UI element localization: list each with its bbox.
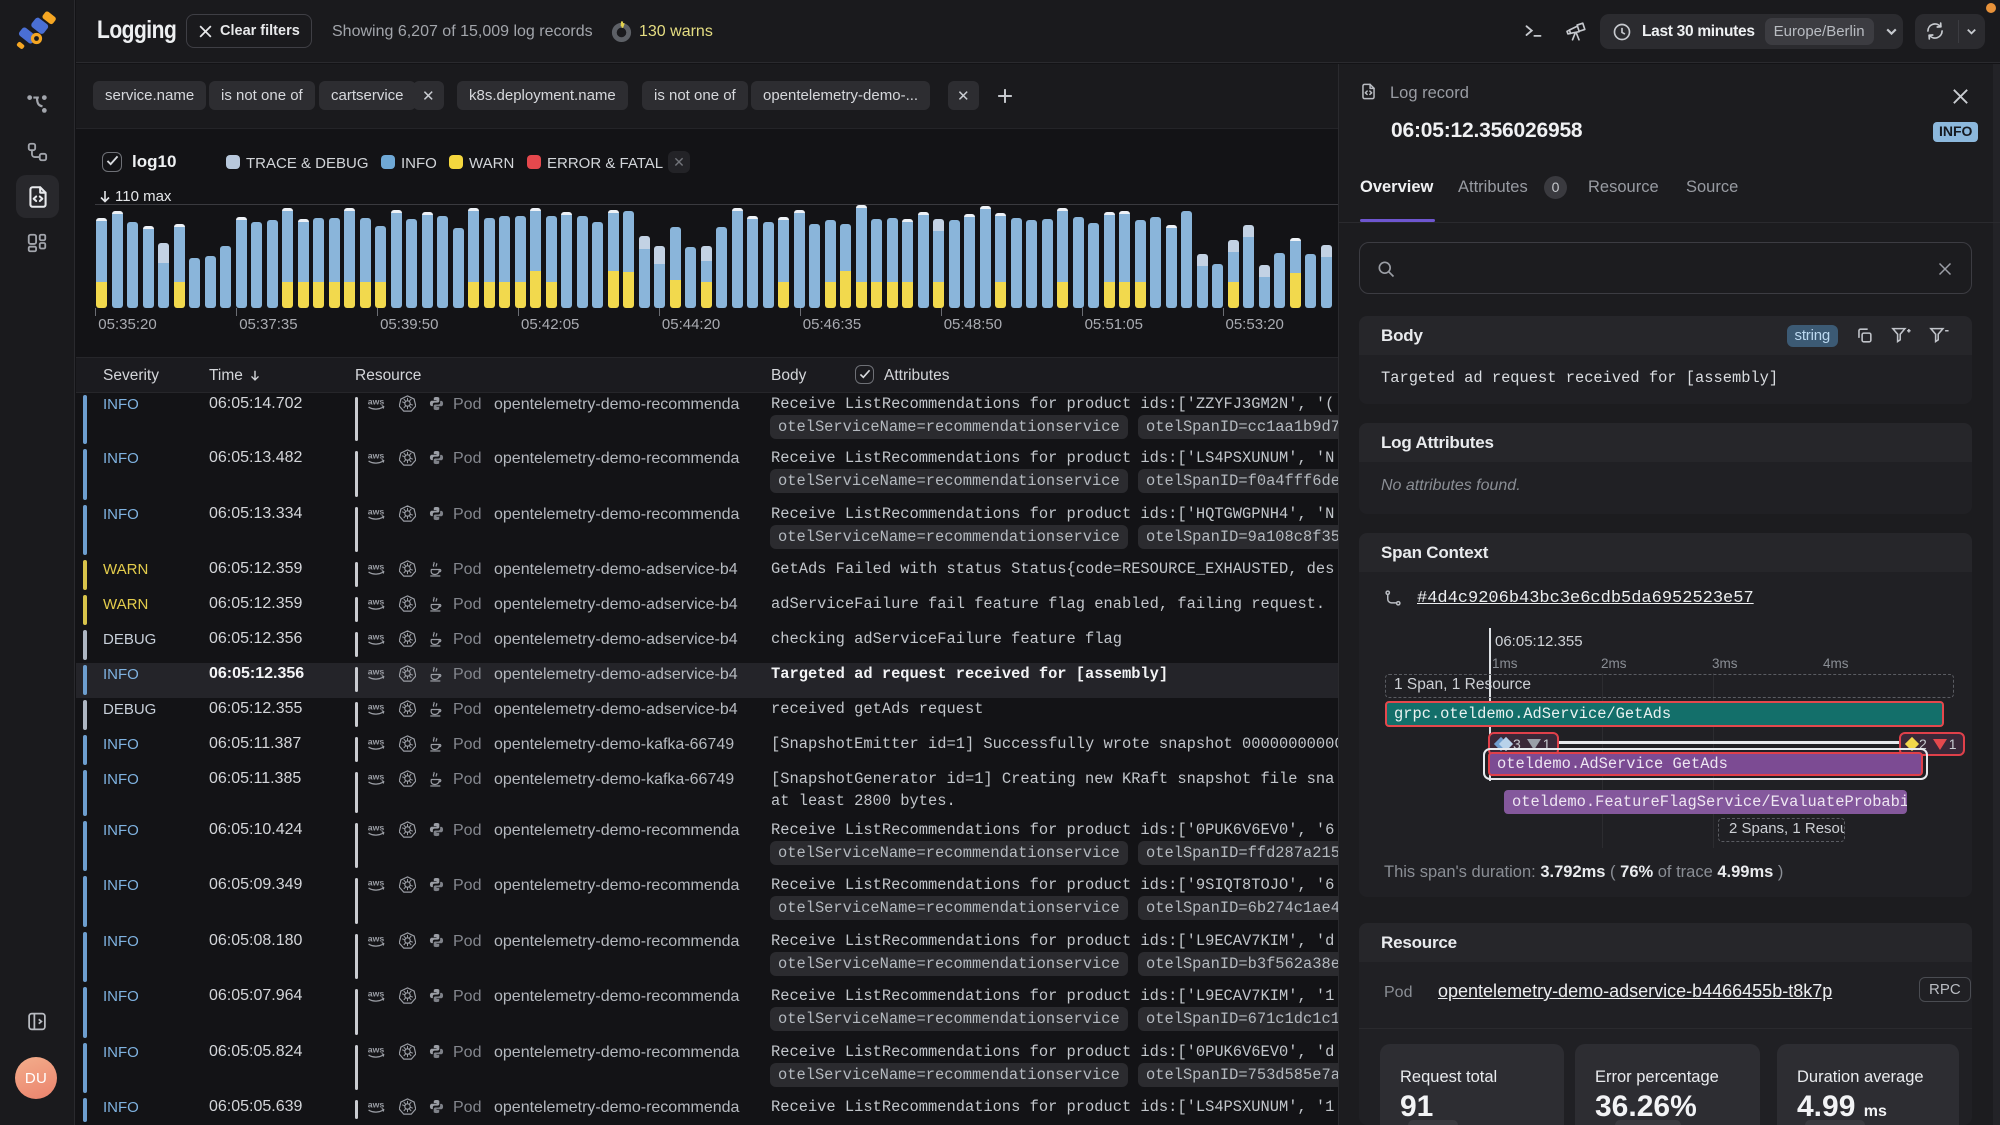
svg-text:aws: aws: [368, 1099, 385, 1109]
svg-text:aws: aws: [368, 822, 385, 832]
svg-text:aws: aws: [368, 988, 385, 998]
svg-text:aws: aws: [368, 666, 385, 676]
svg-text:aws: aws: [368, 736, 385, 746]
svg-text:aws: aws: [368, 397, 385, 407]
svg-text:aws: aws: [368, 561, 385, 571]
svg-text:aws: aws: [368, 771, 385, 781]
svg-text:aws: aws: [368, 450, 385, 460]
svg-text:aws: aws: [368, 506, 385, 516]
svg-text:aws: aws: [368, 631, 385, 641]
svg-text:aws: aws: [368, 878, 385, 888]
svg-text:aws: aws: [368, 1044, 385, 1054]
svg-text:aws: aws: [368, 933, 385, 943]
svg-text:aws: aws: [368, 596, 385, 606]
svg-text:aws: aws: [368, 701, 385, 711]
